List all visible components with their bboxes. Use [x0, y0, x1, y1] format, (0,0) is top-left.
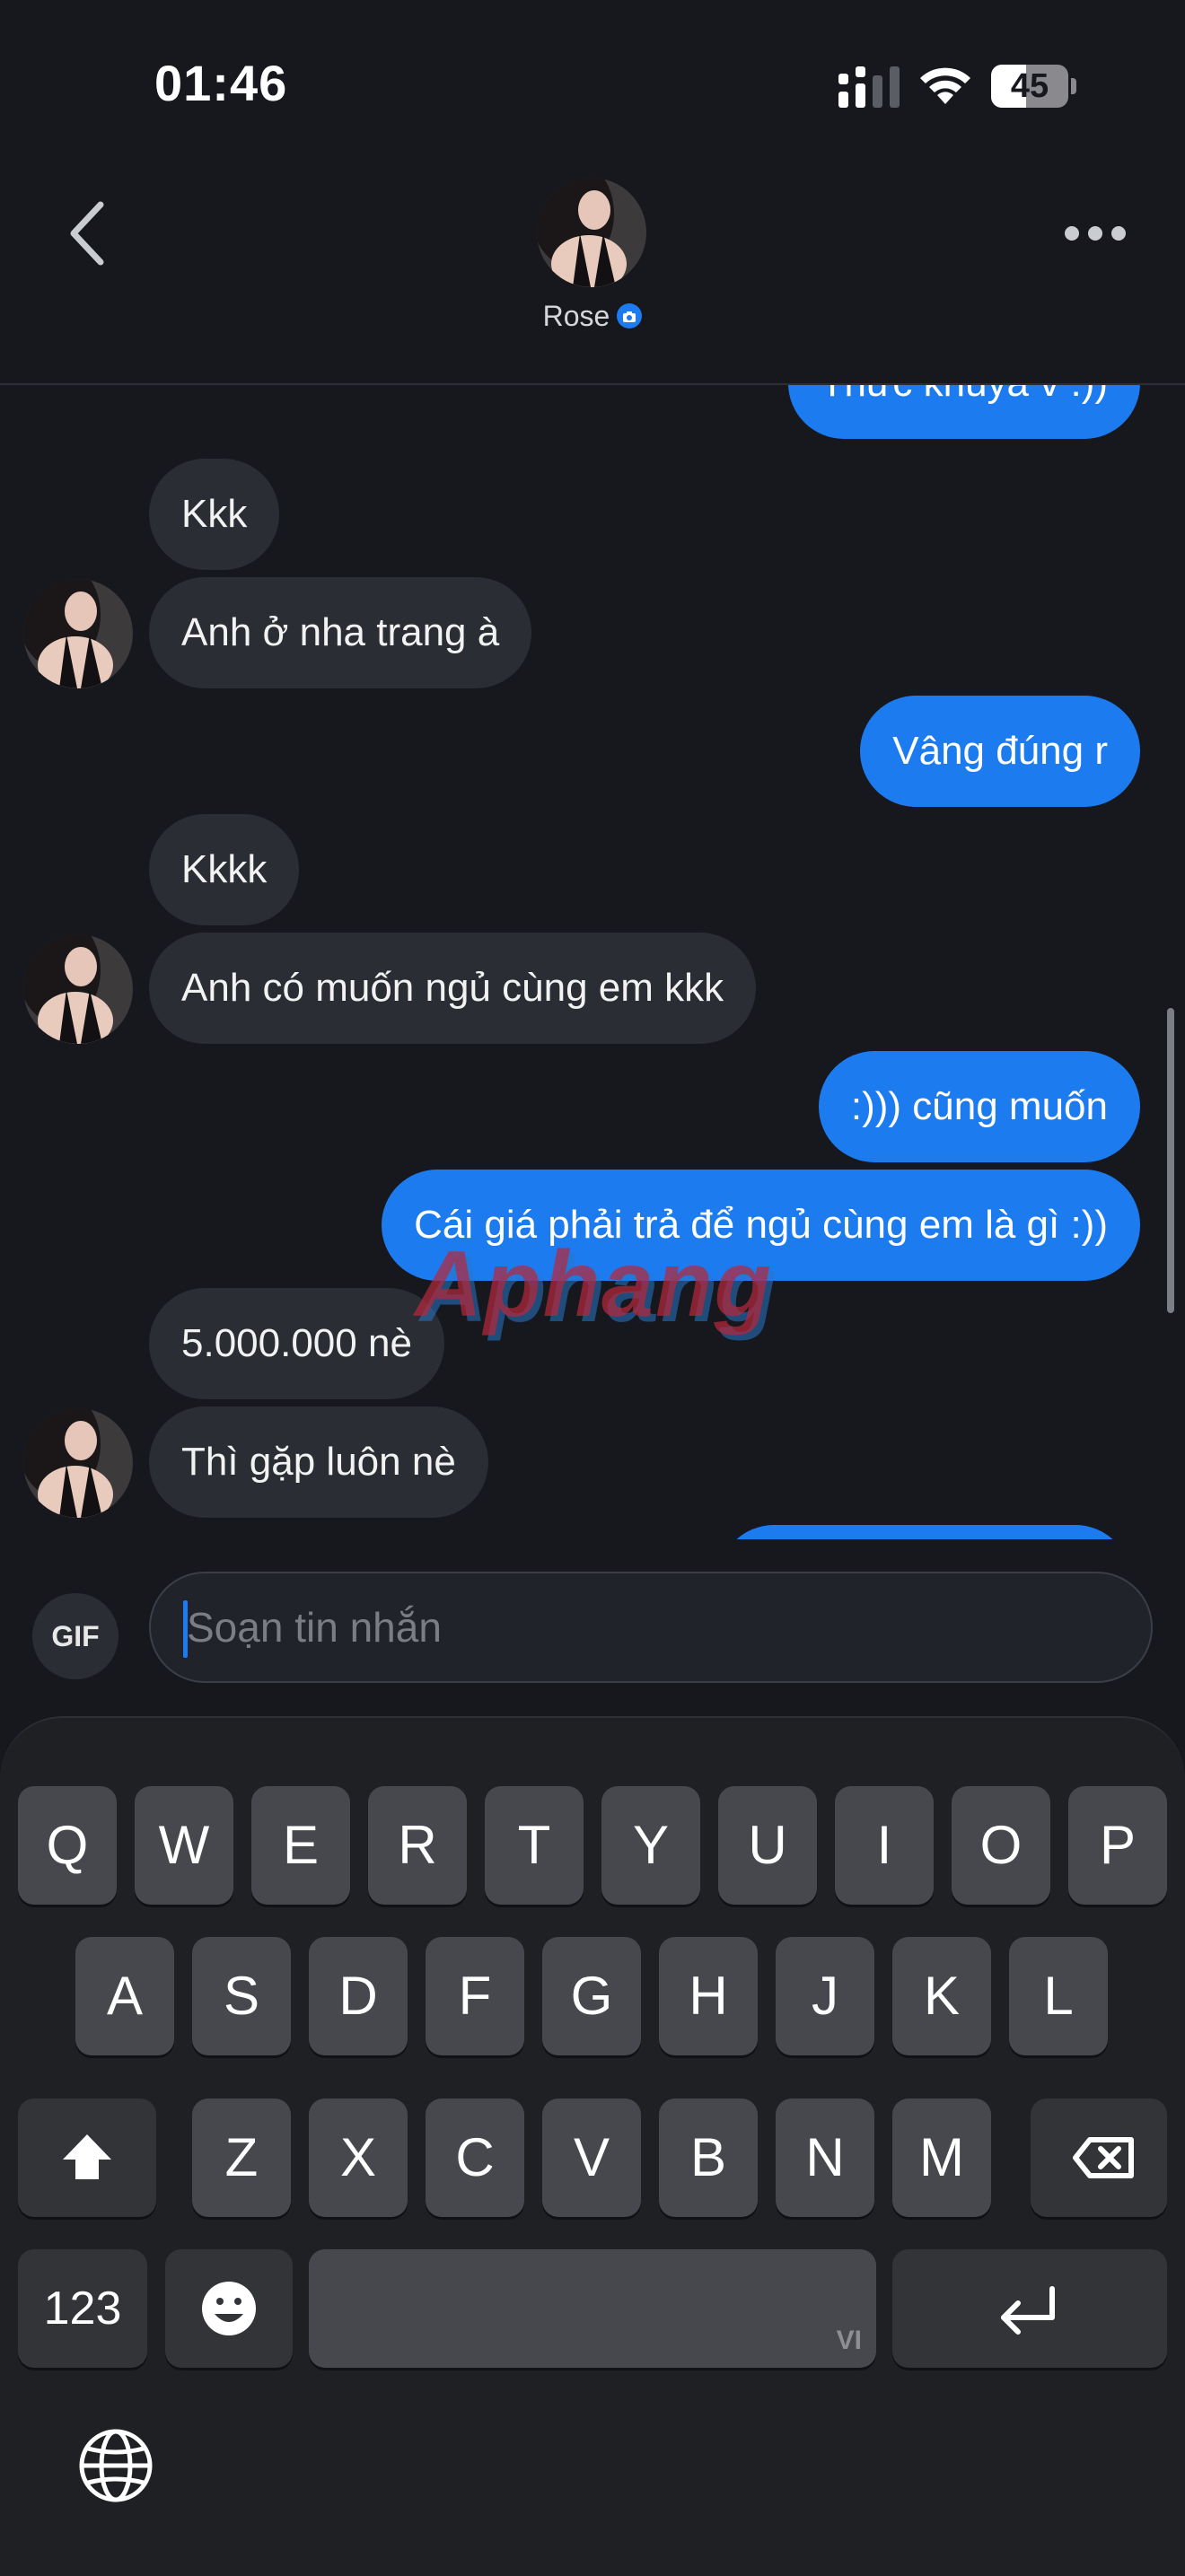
key-x[interactable]: X	[309, 2098, 408, 2217]
battery-percent: 45	[1010, 67, 1049, 105]
key-w[interactable]: W	[135, 1786, 233, 1905]
message-bubble-incoming[interactable]: 5.000.000 nè	[149, 1288, 444, 1399]
emoji-icon	[202, 2282, 256, 2335]
key-y[interactable]: Y	[601, 1786, 700, 1905]
key-o[interactable]: O	[952, 1786, 1050, 1905]
contact-avatar-small[interactable]	[23, 934, 133, 1044]
space-key[interactable]: VI	[309, 2249, 876, 2368]
chevron-left-icon	[70, 201, 104, 266]
message-bubble-incoming[interactable]: Kkkk	[149, 814, 300, 925]
camera-icon	[617, 302, 643, 329]
contact-avatar-small[interactable]	[23, 1408, 133, 1518]
message-bubble-incoming[interactable]: Thì gặp luôn nè	[149, 1406, 488, 1518]
message-bubble-outgoing[interactable]: Vâng đúng r	[860, 696, 1140, 807]
contact-name-row[interactable]: Rose	[0, 300, 1185, 333]
message-input[interactable]: Soạn tin nhắn	[149, 1572, 1153, 1683]
message-bubble-incoming[interactable]: Anh ở nha trang à	[149, 577, 532, 688]
key-v[interactable]: V	[542, 2098, 641, 2217]
return-key[interactable]	[892, 2249, 1167, 2368]
message-bubble-outgoing[interactable]: :))) cũng muốn	[818, 1051, 1140, 1162]
battery-icon: 45	[991, 65, 1077, 108]
key-h[interactable]: H	[659, 1937, 758, 2055]
keyboard-language-indicator: VI	[836, 2326, 862, 2355]
key-r[interactable]: R	[368, 1786, 467, 1905]
key-s[interactable]: S	[192, 1937, 291, 2055]
shift-arrow-icon	[63, 2134, 111, 2179]
key-j[interactable]: J	[776, 1937, 874, 2055]
status-bar: 01:46 45	[0, 0, 1185, 171]
message-input-placeholder: Soạn tin nhắn	[187, 1604, 442, 1651]
key-g[interactable]: G	[542, 1937, 641, 2055]
numbers-key[interactable]: 123	[18, 2249, 147, 2368]
backspace-icon	[1073, 2137, 1134, 2178]
key-b[interactable]: B	[659, 2098, 758, 2217]
globe-button[interactable]	[75, 2425, 156, 2506]
status-time: 01:46	[154, 55, 288, 111]
key-m[interactable]: M	[892, 2098, 991, 2217]
shift-key[interactable]	[18, 2098, 156, 2217]
key-e[interactable]: E	[251, 1786, 350, 1905]
key-f[interactable]: F	[426, 1937, 524, 2055]
key-n[interactable]: N	[776, 2098, 874, 2217]
globe-icon	[79, 2429, 153, 2502]
ellipsis-icon	[1065, 226, 1126, 241]
scroll-indicator[interactable]	[1167, 1008, 1174, 1313]
key-i[interactable]: I	[835, 1786, 934, 1905]
key-d[interactable]: D	[309, 1937, 408, 2055]
message-bubble-outgoing[interactable]: Thức khuya v :))	[787, 383, 1140, 439]
wifi-icon	[920, 67, 970, 104]
contact-avatar[interactable]	[537, 178, 646, 287]
key-t[interactable]: T	[485, 1786, 584, 1905]
chat-header: Rose	[0, 171, 1185, 385]
keyboard: 123 VI QWERTYUIOP ASDFGHJKL ZXCVBNM	[0, 1716, 1185, 2576]
emoji-key[interactable]	[165, 2249, 293, 2368]
key-l[interactable]: L	[1009, 1937, 1108, 2055]
message-bubble-incoming[interactable]: Anh có muốn ngủ cùng em kkk	[149, 933, 757, 1044]
back-button[interactable]	[54, 197, 126, 269]
message-list[interactable]: Thức khuya v :)) Kkk Anh ở nha trang à V…	[0, 383, 1185, 1539]
message-bubble-outgoing-partial[interactable]	[718, 1525, 1131, 1539]
key-c[interactable]: C	[426, 2098, 524, 2217]
key-k[interactable]: K	[892, 1937, 991, 2055]
key-p[interactable]: P	[1068, 1786, 1167, 1905]
backspace-key[interactable]	[1031, 2098, 1167, 2217]
key-a[interactable]: A	[75, 1937, 174, 2055]
message-bubble-incoming[interactable]: Kkk	[149, 459, 280, 570]
contact-avatar-small[interactable]	[23, 579, 133, 688]
watermark-text: Aphang	[415, 1232, 774, 1336]
message-composer: GIF Soạn tin nhắn	[0, 1539, 1185, 1713]
key-u[interactable]: U	[718, 1786, 817, 1905]
cellular-signal-icon	[838, 66, 900, 108]
key-q[interactable]: Q	[18, 1786, 117, 1905]
more-options-button[interactable]	[1059, 215, 1131, 251]
key-z[interactable]: Z	[192, 2098, 291, 2217]
return-arrow-icon	[1001, 2286, 1055, 2335]
contact-name: Rose	[542, 300, 610, 332]
gif-button[interactable]: GIF	[32, 1593, 118, 1679]
